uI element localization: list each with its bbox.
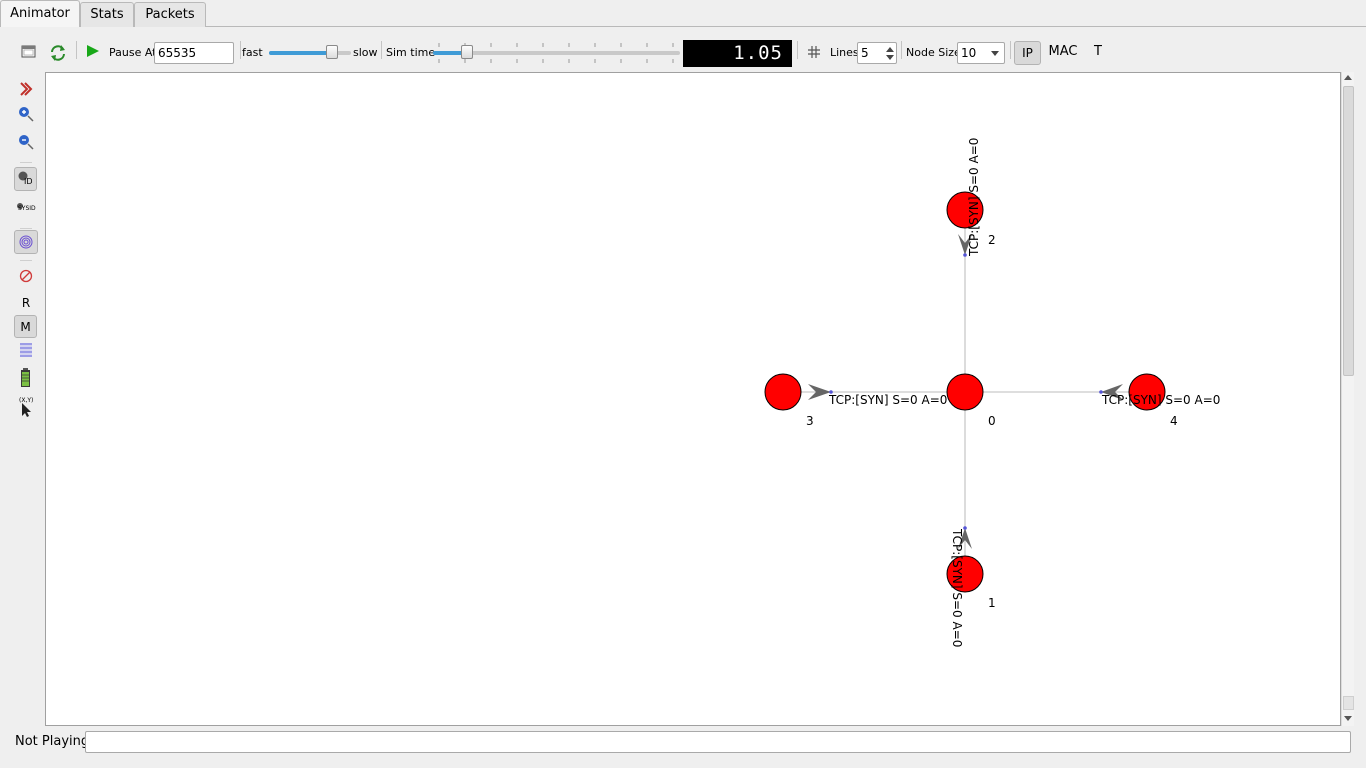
speed-slow-label: slow	[353, 46, 378, 59]
canvas-vertical-scrollbar[interactable]	[1341, 72, 1354, 726]
node-2-label: 2	[988, 233, 996, 247]
speed-slider[interactable]	[269, 45, 351, 61]
battery-icon[interactable]	[14, 366, 38, 390]
toolbar-separator	[240, 41, 241, 59]
toolbar-separator	[381, 41, 382, 59]
play-icon[interactable]	[86, 44, 100, 58]
zoom-out-icon[interactable]	[14, 131, 38, 155]
mouse-position-label: (X,Y)	[19, 397, 34, 404]
node-1-label: 1	[988, 596, 996, 610]
topology-view: 0 3 4 2 1 TCP:[SYN] S=0 A=0 TCP:[SYN] S=…	[764, 138, 1220, 647]
tab-stats[interactable]: Stats	[80, 2, 134, 27]
scroll-down-icon[interactable]	[1344, 716, 1352, 721]
node-id-label: ID	[24, 177, 33, 186]
toolbar-separator	[797, 41, 798, 59]
spin-down-icon[interactable]	[886, 55, 894, 60]
packet-label-to-2: TCP:[SYN] S=0 A=0	[967, 138, 981, 257]
open-file-icon[interactable]	[21, 43, 37, 59]
mouse-position-icon[interactable]: (X,Y)	[14, 393, 38, 417]
mac-toggle-button[interactable]: MAC	[1046, 41, 1080, 65]
spin-up-icon[interactable]	[886, 47, 894, 52]
sim-time-handle[interactable]	[461, 45, 473, 59]
sim-time-slider[interactable]	[433, 42, 680, 66]
animator-canvas[interactable]: 0 3 4 2 1 TCP:[SYN] S=0 A=0 TCP:[SYN] S=…	[45, 72, 1341, 726]
zoom-in-icon[interactable]	[14, 103, 38, 127]
fingerprint-icon[interactable]	[14, 230, 38, 254]
toolbar-separator	[76, 41, 77, 59]
packet-label-to-1: TCP:[SYN] S=0 A=0	[950, 528, 964, 647]
tab-bar: Animator Stats Packets	[0, 0, 1366, 27]
sim-time-label: Sim time	[386, 46, 436, 59]
node-0[interactable]	[946, 373, 984, 411]
node-3-label: 3	[806, 414, 814, 428]
packet-label-to-3: TCP:[SYN] S=0 A=0	[828, 393, 947, 407]
speed-slider-handle[interactable]	[326, 45, 338, 59]
scroll-up-icon[interactable]	[1344, 75, 1352, 80]
side-separator	[20, 228, 32, 229]
node-size-select[interactable]: 10	[957, 42, 1005, 64]
lines-spinbox[interactable]: 5	[857, 42, 897, 64]
show-sysid-icon[interactable]: SYSID	[14, 199, 38, 223]
node-size-label: Node Size	[906, 46, 961, 59]
t-toggle-button[interactable]: T	[1089, 41, 1107, 65]
tab-animator[interactable]: Animator	[0, 0, 80, 27]
side-separator	[20, 162, 32, 163]
ip-toggle-button[interactable]: IP	[1014, 41, 1041, 65]
tab-packets[interactable]: Packets	[134, 2, 206, 27]
show-node-id-icon[interactable]: ID	[14, 167, 37, 191]
lines-label: Lines	[830, 46, 859, 59]
node-0-label: 0	[988, 414, 996, 428]
node-3[interactable]	[764, 373, 802, 411]
pause-at-label: Pause At	[109, 46, 157, 59]
pause-at-input[interactable]: 65535	[154, 42, 234, 64]
sysid-label: SYSID	[18, 205, 36, 212]
reload-icon[interactable]	[49, 44, 67, 62]
animator-toolbar: Pause At 65535 fast slow Sim time 1.05 L…	[0, 27, 1366, 71]
scrollbar-thumb[interactable]	[1343, 86, 1354, 376]
toolbar-separator	[901, 41, 902, 59]
playback-status: Not Playing	[15, 734, 90, 749]
status-message-field[interactable]	[85, 731, 1351, 753]
chevron-down-icon[interactable]	[991, 51, 999, 56]
side-separator	[20, 260, 32, 261]
side-toolbar: ID SYSID R M (X,Y)	[0, 72, 45, 732]
expand-chevron-icon[interactable]	[14, 78, 38, 102]
scrollbar-lower-segment	[1343, 696, 1354, 710]
speed-slider-fill	[269, 51, 332, 55]
mac-m-icon[interactable]: M	[14, 315, 37, 338]
lines-value: 5	[861, 46, 869, 60]
packet-label-to-4: TCP:[SYN] S=0 A=0	[1101, 393, 1220, 407]
node-4-label: 4	[1170, 414, 1178, 428]
blocked-icon[interactable]	[14, 264, 38, 288]
toolbar-separator	[1010, 41, 1011, 59]
routing-r-icon[interactable]: R	[14, 291, 38, 315]
node-size-value: 10	[961, 46, 977, 60]
sim-time-display: 1.05	[683, 40, 792, 67]
grid-icon[interactable]	[808, 46, 820, 58]
packet-list-icon[interactable]	[14, 339, 38, 363]
speed-fast-label: fast	[242, 46, 263, 59]
